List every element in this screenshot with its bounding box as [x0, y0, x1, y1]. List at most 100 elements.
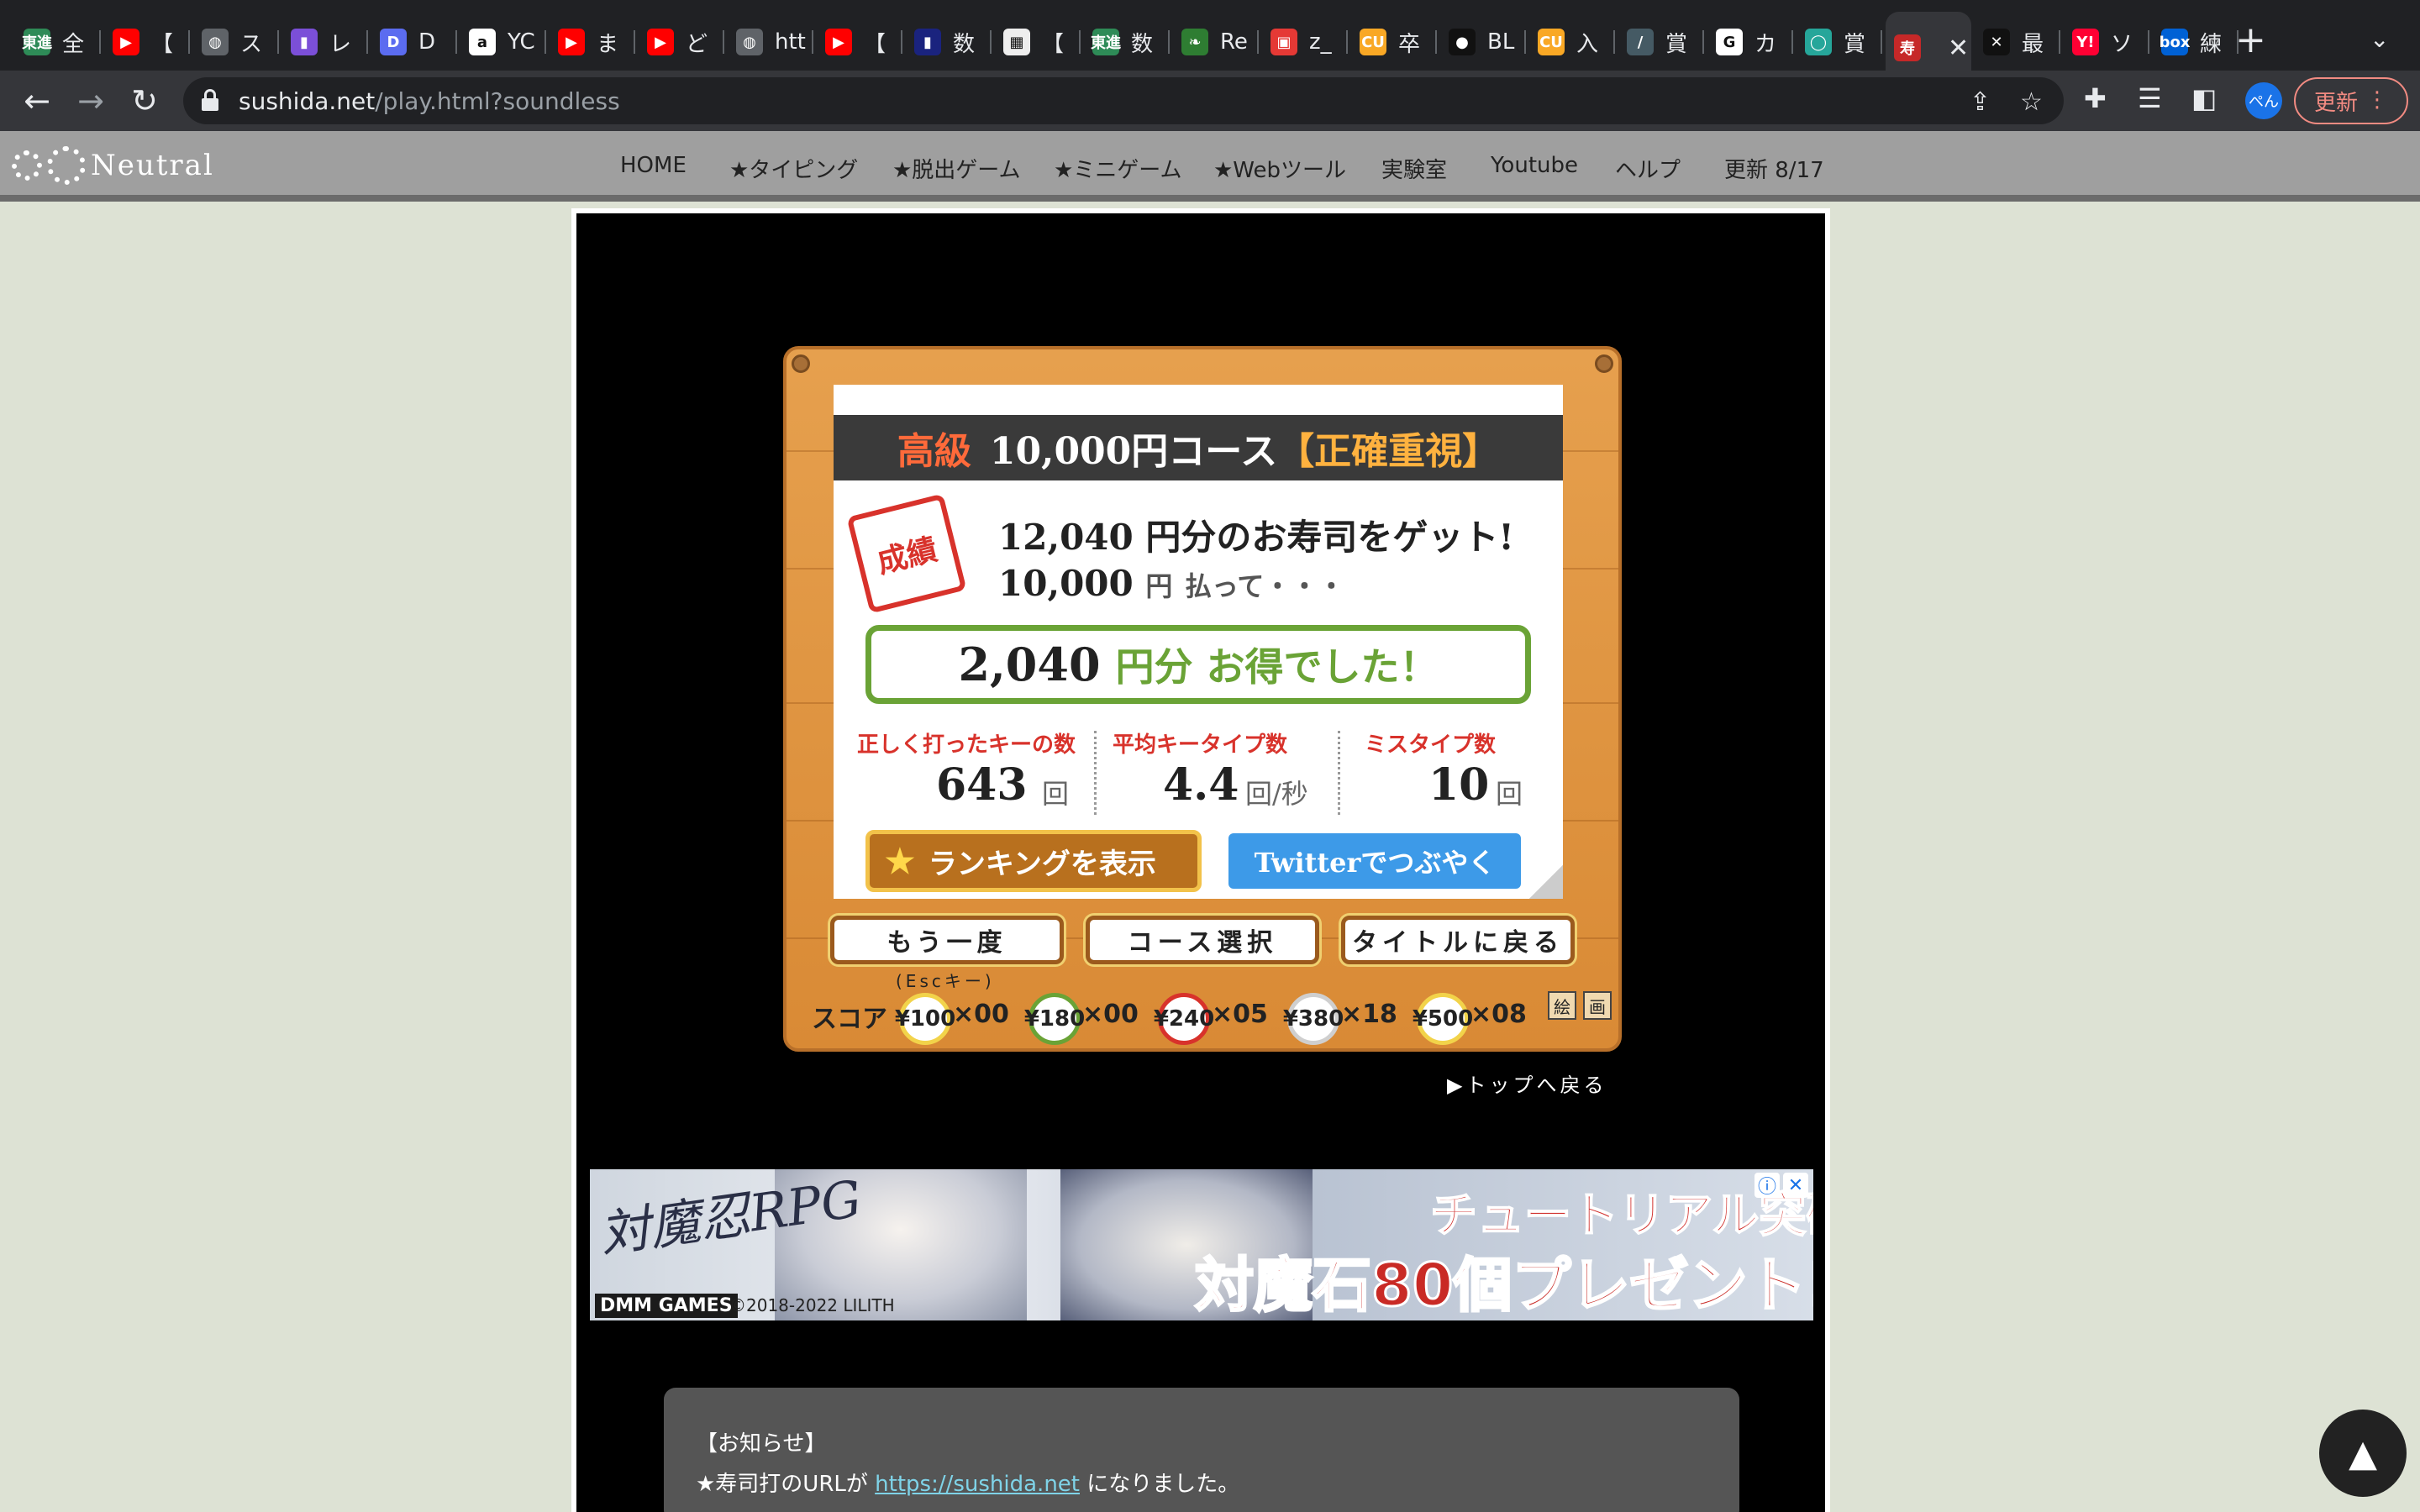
browser-tab[interactable]: ◍ htt: [728, 17, 813, 67]
tab-title: 練: [2200, 31, 2223, 57]
ad-banner[interactable]: 対魔忍RPG チュートリアル突破で 対魔石80個プレゼント!! DMM GAME…: [590, 1169, 1813, 1320]
avatar[interactable]: ぺん: [2245, 82, 2282, 119]
browser-tab[interactable]: 東進全: [15, 17, 101, 67]
browser-tab[interactable]: DD: [371, 17, 457, 67]
browser-tab[interactable]: ✕ 最: [1975, 17, 2060, 67]
gain-text: 円分 お得でした！: [1115, 644, 1439, 690]
bookmark-star-icon[interactable]: ☆: [2020, 87, 2043, 117]
esc-hint: (Escキー): [896, 971, 995, 991]
forward-icon[interactable]: →: [69, 79, 113, 123]
browser-tab[interactable]: ▶ ど: [639, 17, 724, 67]
browser-tab[interactable]: ❧ Re: [1173, 17, 1259, 67]
tab-separator: [1257, 30, 1259, 54]
browser-tab[interactable]: ▮ 数: [906, 17, 992, 67]
browser-tab[interactable]: CU 入: [1529, 17, 1615, 67]
reload-icon[interactable]: ↻: [123, 79, 166, 123]
tab-separator: [990, 30, 992, 54]
plate-count: ×08: [1470, 1000, 1527, 1029]
picture-icon[interactable]: 絵: [1548, 991, 1576, 1020]
extensions-icon[interactable]: ✚: [2084, 82, 2107, 114]
nav-typing[interactable]: ★タイピング: [729, 153, 858, 184]
browser-tab[interactable]: ▦ 【: [995, 17, 1081, 67]
tweet-button[interactable]: Twitterでつぶやく: [1228, 833, 1521, 889]
update-button[interactable]: 更新 ⋮: [2294, 77, 2408, 124]
show-ranking-button[interactable]: ★ ランキングを表示: [865, 830, 1202, 892]
tab-separator: [1079, 30, 1081, 54]
nav-escape-games[interactable]: ★脱出ゲーム: [892, 153, 1021, 184]
browser-tab[interactable]: ◯ 賞: [1797, 17, 1882, 67]
star-icon: ★: [885, 841, 915, 881]
address-bar[interactable]: sushida.net/play.html?soundless ⇪ ☆: [183, 77, 2064, 124]
browser-tab[interactable]: ▶ 【: [817, 17, 902, 67]
new-tab-button[interactable]: +: [2235, 22, 2266, 59]
tab-title: 最: [2022, 31, 2044, 57]
nav-web-tools[interactable]: ★Webツール: [1213, 153, 1346, 184]
stat-value-avg-speed: 4.4: [1163, 759, 1239, 811]
tab-separator: [812, 30, 813, 54]
image-icon[interactable]: 画: [1583, 991, 1612, 1020]
browser-tab[interactable]: ◍ ス: [193, 17, 279, 67]
tab-title: BL: [1487, 29, 1515, 55]
more-menu-icon[interactable]: ⋮: [2366, 87, 2388, 113]
back-icon[interactable]: ←: [15, 79, 59, 123]
ad-info-icon[interactable]: ⓘ: [1754, 1173, 1780, 1198]
browser-tab[interactable]: CU 卒: [1351, 17, 1437, 67]
tab-title: ど: [686, 31, 708, 57]
ad-brand: DMM GAMES: [595, 1294, 738, 1318]
nav-help[interactable]: ヘルプ: [1615, 153, 1681, 184]
tab-favicon-icon: ◍: [202, 29, 229, 55]
paid-amount: 10,000: [998, 563, 1134, 604]
tab-separator: [2148, 30, 2149, 54]
tab-title: htt: [775, 29, 806, 55]
tab-title: ソ: [2111, 31, 2133, 57]
tab-close-icon[interactable]: ✕: [1948, 34, 1969, 63]
browser-tab[interactable]: ▣ z_: [1262, 17, 1348, 67]
course-mode: 【正確重視】: [1277, 430, 1500, 473]
browser-tab[interactable]: Y! ソ: [2064, 17, 2149, 67]
paid-text: 払って・・・: [1185, 570, 1345, 602]
browser-tab[interactable]: ▮ レ: [282, 17, 368, 67]
tab-title: 【: [151, 31, 174, 57]
media-queue-icon[interactable]: ☰: [2138, 82, 2162, 114]
browser-tab[interactable]: ▶ ま: [550, 17, 635, 67]
browser-tab[interactable]: box 練: [2153, 17, 2238, 67]
retry-button[interactable]: もう一度: [830, 916, 1064, 964]
ad-close-icon[interactable]: ✕: [1783, 1173, 1808, 1198]
nav-mini-games[interactable]: ★ミニゲーム: [1054, 153, 1182, 184]
sushi-plate: ¥240: [1154, 993, 1214, 1045]
side-panel-icon[interactable]: ◧: [2191, 82, 2217, 114]
tab-favicon-icon: ▮: [291, 29, 318, 55]
tab-title: Re: [1220, 29, 1248, 55]
tab-title: 数: [1131, 31, 1154, 57]
url-text[interactable]: sushida.net/play.html?soundless: [239, 87, 620, 115]
tab-separator: [1881, 30, 1882, 54]
stat-label-avg-speed: 平均キータイプ数: [1113, 732, 1288, 758]
share-icon[interactable]: ⇪: [1970, 87, 1991, 117]
tab-favicon-icon: ▣: [1270, 29, 1297, 55]
nav-home[interactable]: HOME: [620, 153, 687, 178]
tab-favicon-icon: ▶: [113, 29, 139, 55]
tab-search-icon[interactable]: ⌄: [2370, 25, 2389, 53]
browser-tab[interactable]: / 賞: [1618, 17, 1704, 67]
plate-count: ×18: [1341, 1000, 1397, 1029]
back-to-title-button[interactable]: タイトルに戻る: [1341, 916, 1575, 964]
browser-tab[interactable]: a YC: [460, 17, 546, 67]
course-select-button[interactable]: コース選択: [1086, 916, 1319, 964]
tab-favicon-icon: CU: [1360, 29, 1386, 55]
tab-favicon-icon: 寿: [1894, 34, 1921, 61]
browser-tab[interactable]: 東進数: [1084, 17, 1170, 67]
tab-separator: [901, 30, 902, 54]
browser-tab[interactable]: ▶ 【: [104, 17, 190, 67]
nav-lab[interactable]: 実験室: [1381, 153, 1447, 184]
lock-icon[interactable]: [202, 89, 218, 111]
scroll-top-button[interactable]: ▲: [2319, 1410, 2407, 1497]
browser-tab[interactable]: ● BL: [1440, 17, 1526, 67]
stat-divider: [1094, 731, 1097, 815]
notice-link[interactable]: https://sushida.net: [875, 1472, 1080, 1497]
site-logo[interactable]: Neutral: [12, 146, 214, 185]
tab-title: 数: [953, 31, 976, 57]
nav-updates[interactable]: 更新 8/17: [1724, 153, 1824, 184]
back-to-top-link[interactable]: ▶トップへ戻る: [1447, 1068, 1607, 1098]
browser-tab[interactable]: Gカ: [1707, 17, 1793, 67]
nav-youtube[interactable]: Youtube: [1491, 153, 1578, 178]
